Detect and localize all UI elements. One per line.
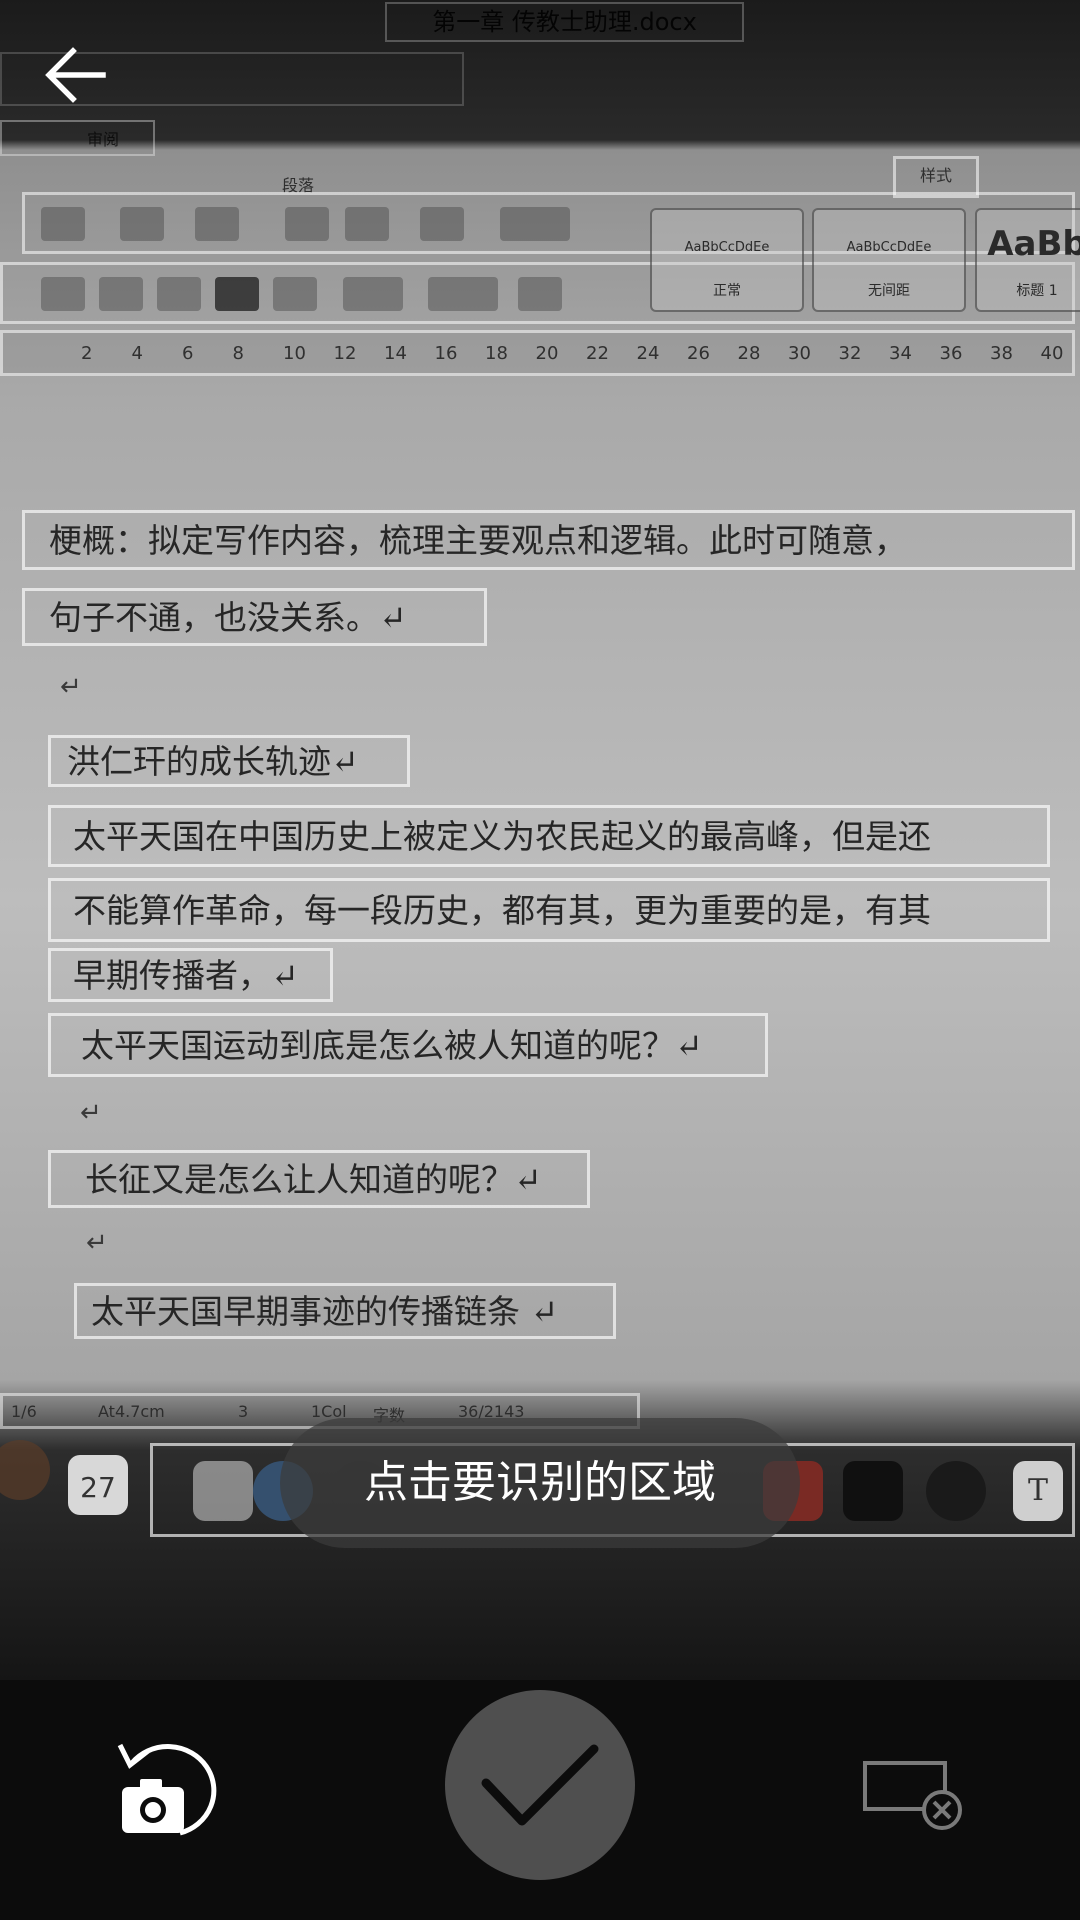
text-region[interactable]: 梗概：拟定写作内容，梳理主要观点和逻辑。此时可随意， bbox=[22, 510, 1075, 570]
justify-icon bbox=[215, 277, 259, 311]
retake-photo-button[interactable] bbox=[110, 1735, 230, 1845]
increase-indent-icon bbox=[345, 207, 389, 241]
ruler-tick-label: 34 bbox=[889, 343, 912, 364]
align-left-icon bbox=[41, 277, 85, 311]
line-spacing-icon bbox=[343, 277, 403, 311]
ruler-tick-label: 36 bbox=[939, 343, 963, 364]
calendar-icon: 27 bbox=[68, 1455, 128, 1515]
ruler-tick-label: 28 bbox=[737, 343, 761, 364]
text-effects-icon bbox=[420, 207, 464, 241]
ruler-tick-label: 38 bbox=[990, 343, 1013, 364]
ruler-region[interactable]: 2 4 6 8 10 12 14 16 18 20 22 24 26 28 30 32 34 36 38 40 bbox=[0, 330, 1075, 376]
text-region[interactable]: 太平天国在中国历史上被定义为农民起义的最高峰，但是还 bbox=[48, 805, 1050, 867]
bullet-list-icon bbox=[41, 207, 85, 241]
ruler-tick-label: 12 bbox=[333, 343, 357, 364]
hint-toast: 点击要识别的区域 bbox=[280, 1418, 800, 1548]
back-button[interactable] bbox=[40, 40, 110, 110]
text-region[interactable]: 不能算作革命，每一段历史，都有其，更为重要的是，有其 bbox=[48, 878, 1050, 942]
paragraph-mark: ↵ bbox=[86, 1228, 108, 1258]
shading-icon bbox=[500, 207, 570, 241]
arrow-left-icon bbox=[45, 47, 106, 103]
multilevel-list-icon bbox=[195, 207, 239, 241]
ruler-tick-label: 10 bbox=[283, 343, 306, 364]
align-center-icon bbox=[99, 277, 143, 311]
ruler-tick-label: 20 bbox=[535, 343, 559, 364]
style-gallery-item: AaBbCcDdEe 正常 bbox=[650, 208, 804, 312]
document-file-title: 第一章 传教士助理.docx bbox=[385, 2, 744, 42]
ribbon-tab-region[interactable]: 审阅 bbox=[0, 120, 155, 156]
ruler-tick-label: 30 bbox=[788, 343, 811, 364]
align-right-icon bbox=[157, 277, 201, 311]
checkmark-icon bbox=[481, 1744, 599, 1826]
decrease-indent-icon bbox=[285, 207, 329, 241]
sort-icon bbox=[518, 277, 562, 311]
dock-app-icon bbox=[926, 1461, 986, 1521]
terminal-icon bbox=[843, 1461, 903, 1521]
text-region[interactable]: 长征又是怎么让人知道的呢？↵ bbox=[48, 1150, 590, 1208]
ruler-tick-label: 2 bbox=[81, 343, 93, 364]
text-app-icon: T bbox=[1013, 1461, 1063, 1521]
style-gallery-item: AaBbCcDdEe 无间距 bbox=[812, 208, 966, 312]
ruler-tick-label: 26 bbox=[687, 343, 710, 364]
paragraph-mark: ↵ bbox=[60, 672, 82, 702]
confirm-button[interactable] bbox=[445, 1690, 635, 1880]
text-region[interactable]: 太平天国运动到底是怎么被人知道的呢？↵ bbox=[48, 1013, 768, 1077]
text-region[interactable]: 早期传播者，↵ bbox=[48, 948, 333, 1002]
text-region[interactable]: 洪仁玕的成长轨迹↵ bbox=[48, 735, 410, 787]
ruler-tick-label: 24 bbox=[636, 343, 660, 364]
ruler-tick-label: 14 bbox=[384, 343, 407, 364]
ruler-tick-label: 22 bbox=[586, 343, 609, 364]
ruler-tick-label: 32 bbox=[838, 343, 862, 364]
paragraph-mark: ↵ bbox=[80, 1098, 102, 1128]
ruler-tick-label: 16 bbox=[434, 343, 458, 364]
ruler-tick-label: 6 bbox=[182, 343, 194, 364]
distributed-icon bbox=[273, 277, 317, 311]
camera-rotate-icon bbox=[117, 1743, 217, 1836]
style-gallery-item: AaBb 标题 1 bbox=[975, 208, 1080, 312]
numbered-list-icon bbox=[120, 207, 164, 241]
text-region[interactable]: 太平天国早期事迹的传播链条 ↵ bbox=[74, 1283, 616, 1339]
select-region-icon bbox=[863, 1761, 962, 1830]
text-region[interactable]: 句子不通，也没关系。↵ bbox=[22, 588, 487, 646]
dock-app-icon bbox=[0, 1440, 50, 1500]
ruler-tick-label: 8 bbox=[232, 343, 244, 364]
clear-selection-button[interactable] bbox=[862, 1760, 962, 1835]
dock-app-icon bbox=[193, 1461, 253, 1521]
ruler-tick-label: 40 bbox=[1040, 343, 1064, 364]
ruler-tick-label: 4 bbox=[131, 343, 143, 364]
borders-icon bbox=[428, 277, 498, 311]
ruler-tick-label: 18 bbox=[485, 343, 508, 364]
